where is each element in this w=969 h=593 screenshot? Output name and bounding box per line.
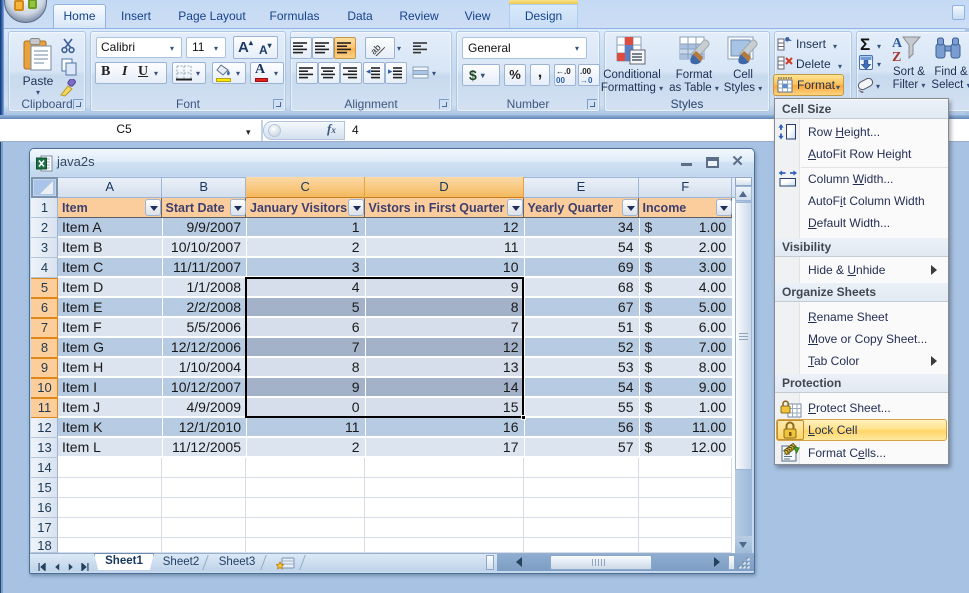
svg-text:Z: Z (892, 50, 901, 64)
svg-text:ab: ab (369, 42, 383, 56)
svg-text:A: A (892, 36, 903, 51)
